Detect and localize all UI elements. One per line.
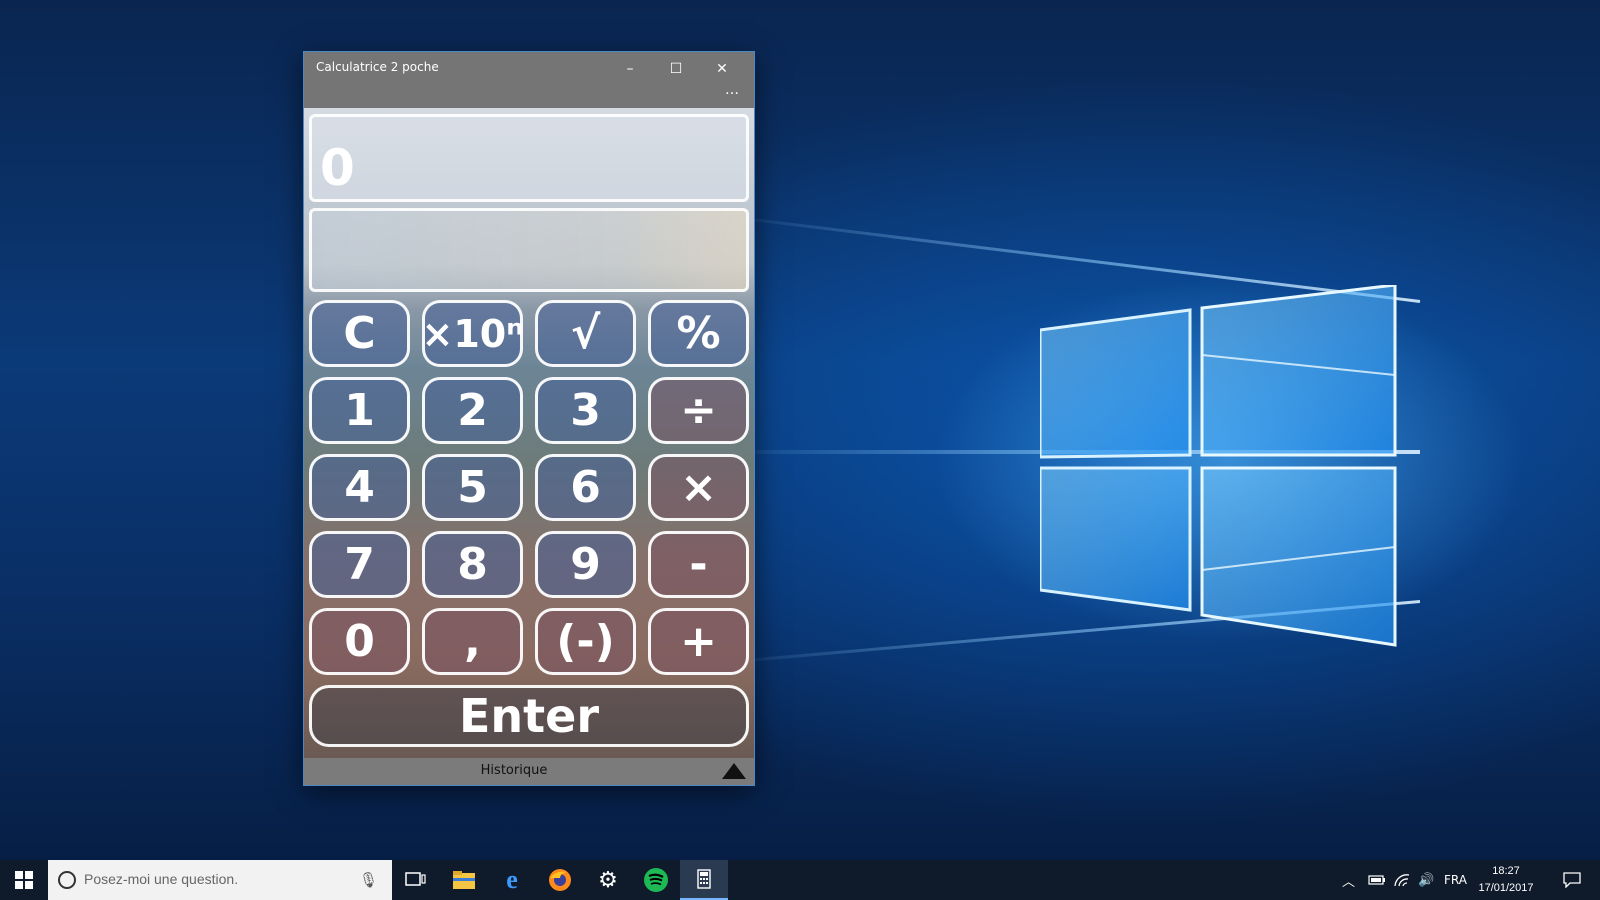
settings-button[interactable]: ⚙ [584, 860, 632, 900]
window-title: Calculatrice 2 poche [316, 60, 439, 74]
input-language-button[interactable]: FRA [1444, 860, 1467, 900]
wifi-icon [1394, 874, 1410, 887]
secondary-display [309, 208, 749, 292]
edge-icon: e [506, 865, 518, 894]
sqrt-button[interactable]: √ [535, 300, 636, 367]
close-button[interactable]: ✕ [700, 56, 744, 82]
comma-button[interactable]: , [422, 608, 523, 675]
battery-button[interactable] [1368, 860, 1386, 900]
notification-icon [1563, 872, 1581, 888]
calculator-body: 0 C ×10ⁿ √ % 1 2 3 ÷ 4 5 6 × 7 8 9 - 0 ,… [304, 108, 754, 758]
digit-5-button[interactable]: 5 [422, 454, 523, 521]
maximize-button[interactable]: ☐ [654, 56, 698, 82]
show-hidden-icons-button[interactable]: ︿ [1342, 860, 1355, 900]
negate-button[interactable]: (-) [535, 608, 636, 675]
windows-logo [1040, 285, 1397, 647]
task-view-icon [405, 872, 426, 886]
clock-time: 18:27 [1492, 865, 1520, 877]
enter-button[interactable]: Enter [309, 685, 749, 747]
cortana-search-box[interactable]: Posez-moi une question. 🎙 [48, 860, 392, 900]
digit-1-button[interactable]: 1 [309, 377, 410, 444]
taskbar: Posez-moi une question. 🎙 e ⚙ ︿ 🔊 FRA 18… [0, 860, 1600, 900]
spotify-icon [644, 868, 668, 892]
spotify-button[interactable] [632, 860, 680, 900]
speaker-icon: 🔊 [1418, 872, 1435, 888]
digit-9-button[interactable]: 9 [535, 531, 636, 598]
file-explorer-button[interactable] [440, 860, 488, 900]
history-bar[interactable]: Historique [304, 758, 754, 785]
chevron-up-icon: ︿ [1342, 874, 1356, 890]
clear-button[interactable]: C [309, 300, 410, 367]
title-bar[interactable]: Calculatrice 2 poche – ☐ ✕ … [304, 52, 754, 108]
battery-icon [1368, 875, 1385, 885]
display-value: 0 [320, 139, 355, 197]
digit-2-button[interactable]: 2 [422, 377, 523, 444]
wifi-button[interactable] [1394, 860, 1410, 900]
digit-8-button[interactable]: 8 [422, 531, 523, 598]
history-label: Historique [480, 763, 548, 778]
cortana-icon [58, 871, 76, 889]
multiply-button[interactable]: × [648, 454, 749, 521]
volume-button[interactable]: 🔊 [1418, 860, 1434, 900]
divide-button[interactable]: ÷ [648, 377, 749, 444]
microphone-icon[interactable]: 🎙 [359, 871, 378, 889]
main-display: 0 [309, 114, 749, 202]
task-view-button[interactable] [392, 860, 440, 900]
digit-0-button[interactable]: 0 [309, 608, 410, 675]
digit-4-button[interactable]: 4 [309, 454, 410, 521]
minimize-button[interactable]: – [608, 56, 652, 82]
language-label: FRA [1444, 873, 1467, 887]
digit-6-button[interactable]: 6 [535, 454, 636, 521]
percent-button[interactable]: % [648, 300, 749, 367]
start-button[interactable] [0, 860, 48, 900]
clock-date: 17/01/2017 [1478, 882, 1534, 894]
edge-button[interactable]: e [488, 860, 536, 900]
calculator-taskbar-button[interactable] [680, 860, 728, 900]
expand-history-icon[interactable] [722, 763, 746, 779]
exponent-button[interactable]: ×10ⁿ [421, 300, 524, 367]
search-placeholder: Posez-moi une question. [84, 871, 239, 887]
more-options-icon[interactable]: … [725, 82, 740, 98]
firefox-icon [549, 869, 571, 891]
digit-3-button[interactable]: 3 [535, 377, 636, 444]
minus-button[interactable]: - [648, 531, 749, 598]
action-center-button[interactable] [1552, 860, 1592, 900]
clock[interactable]: 18:27 17/01/2017 [1472, 863, 1540, 897]
calculator-icon [697, 869, 711, 889]
plus-button[interactable]: + [648, 608, 749, 675]
digit-7-button[interactable]: 7 [309, 531, 410, 598]
settings-icon: ⚙ [598, 867, 618, 893]
calculator-window: Calculatrice 2 poche – ☐ ✕ … 0 C ×10ⁿ √ … [303, 51, 755, 786]
firefox-button[interactable] [536, 860, 584, 900]
file-explorer-icon [453, 871, 475, 889]
windows-start-icon [15, 871, 33, 889]
